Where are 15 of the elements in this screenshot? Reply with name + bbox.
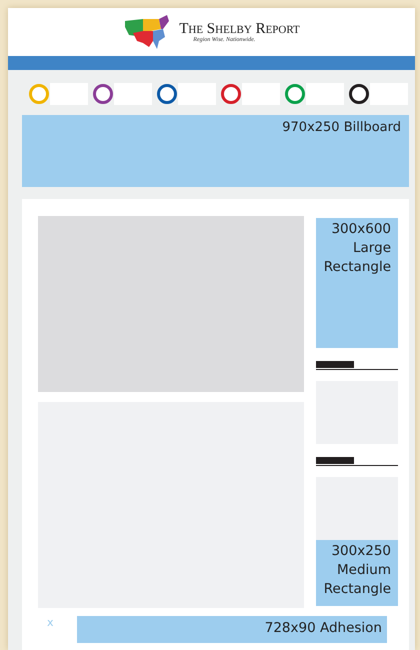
ring-icon[interactable] (349, 84, 369, 104)
ad-label: 300x600 Large Rectangle (324, 221, 391, 275)
site-title: The Shelby Report (179, 21, 300, 37)
ad-label: 728x90 Adhesion (264, 620, 382, 636)
nav-label-placeholder (50, 82, 88, 104)
nav-label-placeholder (242, 82, 280, 104)
nav-label-placeholder (306, 82, 344, 104)
nav-label-placeholder (114, 82, 152, 104)
ring-icon[interactable] (93, 84, 113, 104)
nav-label-placeholder (178, 82, 216, 104)
ring-icon[interactable] (157, 84, 177, 104)
close-button[interactable]: x (38, 616, 77, 629)
ad-label: 970x250 Billboard (282, 120, 401, 135)
nav-label-placeholder (370, 82, 408, 104)
ad-label: 300x250 Medium Rectangle (324, 543, 391, 597)
